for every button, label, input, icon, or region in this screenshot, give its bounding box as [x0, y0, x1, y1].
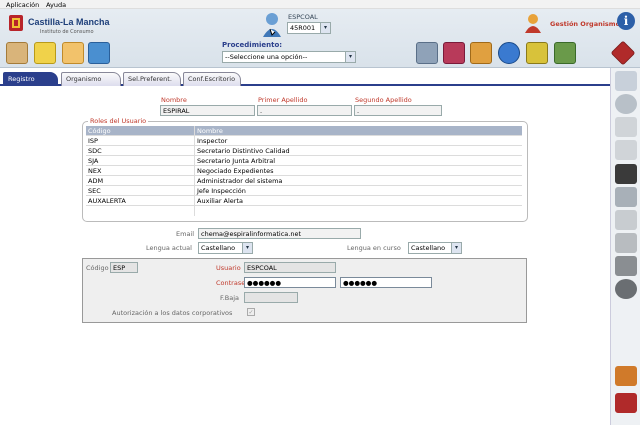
tab-conf-escritorio[interactable]: Conf.Escritorio	[183, 72, 241, 86]
lightbulb-icon[interactable]	[34, 42, 56, 64]
codigo-label: Código	[86, 264, 109, 272]
autorizacion-label: Autorización a los datos corporativos	[112, 309, 233, 317]
lengua-actual-label: Lengua actual	[146, 244, 192, 252]
chevron-down-icon: ▾	[242, 243, 252, 253]
boxes-icon[interactable]	[470, 42, 492, 64]
table-row[interactable]: ADM Administrador del sistema	[86, 176, 522, 186]
logo-subtitle: Instituto de Consumo	[40, 29, 94, 35]
table-row[interactable]: NEX Negociado Expedientes	[86, 166, 522, 176]
password-field[interactable]: ●●●●●●	[244, 277, 336, 288]
procedimiento-select[interactable]: --Seleccione una opción-- ▾	[222, 51, 356, 63]
menu-ayuda[interactable]: Ayuda	[46, 1, 66, 9]
laptop-icon[interactable]	[416, 42, 438, 64]
table-row[interactable]: SDC Secretario Distintivo Calidad	[86, 146, 522, 156]
tab-organismo[interactable]: Organismo	[61, 72, 121, 86]
password-confirm-field[interactable]: ●●●●●●	[340, 277, 432, 288]
table-row[interactable]: ISP Inspector	[86, 136, 522, 146]
exit-action-icon[interactable]	[615, 393, 637, 413]
chevron-down-icon: ▾	[451, 243, 461, 253]
menu-aplicacion[interactable]: Aplicación	[6, 1, 39, 9]
table-row[interactable]: SEC Jefe Inspección	[86, 186, 522, 196]
roles-header-row: Código Nombre	[86, 126, 522, 136]
castilla-la-mancha-logo-icon	[8, 13, 24, 33]
primer-apellido-field[interactable]: .	[257, 105, 352, 116]
search-icon[interactable]	[615, 71, 637, 91]
logo-title: Castilla-La Mancha	[28, 17, 110, 27]
menubar: Aplicación Ayuda	[0, 0, 640, 9]
segundo-apellido-label: Segundo Apellido	[355, 96, 412, 104]
folder-icon[interactable]	[62, 42, 84, 64]
back-icon[interactable]	[615, 94, 637, 114]
codigo-field[interactable]: ESP	[110, 262, 138, 273]
column-divider	[194, 126, 195, 216]
tools-icon[interactable]	[554, 42, 576, 64]
user-avatar-icon[interactable]	[262, 11, 282, 39]
chevron-down-icon: ▾	[345, 52, 355, 62]
email-label: Email	[176, 230, 195, 238]
roles-legend: Roles del Usuario	[88, 117, 149, 125]
books-icon[interactable]	[443, 42, 465, 64]
save-icon[interactable]	[615, 164, 637, 184]
right-action-bar	[610, 68, 640, 425]
user-select[interactable]: 45R001 ▾	[287, 22, 331, 34]
certificate-icon[interactable]	[6, 42, 28, 64]
organismo-icon	[524, 13, 542, 33]
tools-action-icon[interactable]	[615, 366, 637, 386]
attach-icon[interactable]	[615, 233, 637, 253]
documents-icon[interactable]	[615, 140, 637, 160]
info-icon[interactable]: i	[617, 12, 635, 30]
print-icon[interactable]	[615, 256, 637, 276]
app-title: Gestión Organismo	[550, 20, 621, 28]
usuario-label: Usuario	[216, 264, 241, 272]
tab-registro[interactable]: Registro	[3, 72, 58, 86]
segundo-apellido-field[interactable]: .	[354, 105, 442, 116]
settings-icon[interactable]	[615, 187, 637, 207]
fbaja-field[interactable]	[244, 292, 298, 303]
gear-icon[interactable]	[615, 279, 637, 299]
globe-icon[interactable]	[498, 42, 520, 64]
chevron-down-icon: ▾	[320, 23, 330, 33]
autorizacion-checkbox[interactable]: ✓	[247, 308, 255, 316]
procedimiento-label: Procedimiento:	[222, 41, 283, 49]
col-nombre: Nombre	[197, 127, 223, 135]
fbaja-label: F.Baja	[220, 294, 239, 302]
exit-icon[interactable]	[610, 40, 636, 66]
usuario-field[interactable]: ESPCOAL	[244, 262, 336, 273]
col-codigo: Código	[88, 127, 111, 135]
table-row[interactable]: SJA Secretario Junta Arbitral	[86, 156, 522, 166]
tab-sel-preferent[interactable]: Sel.Preferent.	[123, 72, 181, 86]
nombre-field[interactable]: ESPIRAL	[160, 105, 255, 116]
lengua-actual-select[interactable]: Castellano ▾	[198, 242, 253, 254]
document-icon[interactable]	[615, 117, 637, 137]
email-field[interactable]: chema@espiralinformatica.net	[198, 228, 361, 239]
user-label: ESPCOAL	[288, 13, 318, 21]
network-icon[interactable]	[88, 42, 110, 64]
tab-bar: Registro Organismo Sel.Preferent. Conf.E…	[0, 68, 610, 86]
lengua-curso-label: Lengua en curso	[347, 244, 401, 252]
nombre-label: Nombre	[161, 96, 187, 104]
search-tools-icon[interactable]	[526, 42, 548, 64]
eraser-icon[interactable]	[615, 210, 637, 230]
header: Castilla-La Mancha Instituto de Consumo …	[0, 9, 640, 68]
table-row[interactable]: AUXALERTA Auxiliar Alerta	[86, 196, 522, 206]
lengua-curso-select[interactable]: Castellano ▾	[408, 242, 462, 254]
primer-apellido-label: Primer Apellido	[258, 96, 308, 104]
